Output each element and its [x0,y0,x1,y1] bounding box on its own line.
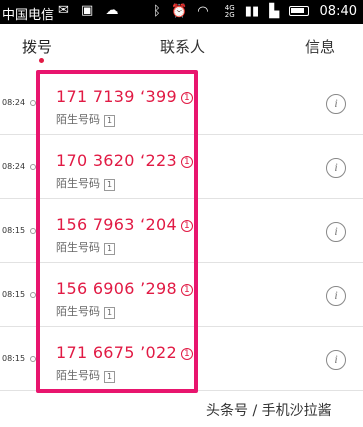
status-bar: 中国电信 ✉ ▣ ☁ ᛒ ⏰ ◠ 4G 2G ▮▮ ▙ 08:40 [0,0,363,24]
call-time: 08:15 [2,226,26,235]
highlight-annotation-box [36,70,198,393]
chat-icon: ✉ [58,3,69,18]
info-icon[interactable]: i [326,286,346,306]
alarm-icon: ⏰ [170,4,188,19]
info-icon[interactable]: i [326,94,346,114]
status-icons: ✉ ▣ ☁ [58,3,126,18]
clock: 08:40 [319,4,357,19]
bluetooth-icon: ᛒ [153,4,161,19]
battery-icon [289,6,310,16]
info-icon[interactable]: i [326,222,346,242]
tab-messages[interactable]: 信息 [305,36,335,57]
call-time: 08:15 [2,354,26,363]
image-icon: ▣ [81,3,94,18]
info-icon[interactable]: i [326,158,346,178]
signal-2g-label: 2G [224,10,235,19]
cloud-icon: ☁ [105,3,119,18]
call-time: 08:15 [2,290,26,299]
signal-icon: ▮▮ [244,4,260,19]
tab-bar: 拨号 联系人 信息 [0,24,363,70]
signal-type-label: 4G 2G [219,4,235,19]
info-icon[interactable]: i [326,350,346,370]
sim-card-icon: ▙ [269,4,280,19]
call-time: 08:24 [2,98,26,107]
carrier-label: 中国电信 [2,8,55,23]
wifi-icon: ◠ [197,4,209,19]
watermark: 头条号 / 手机沙拉酱 [206,403,332,419]
tab-dial[interactable]: 拨号 [22,36,52,57]
tab-contacts[interactable]: 联系人 [160,36,205,57]
status-right: ᛒ ⏰ ◠ 4G 2G ▮▮ ▙ 08:40 [147,4,357,19]
call-time: 08:24 [2,162,26,171]
active-tab-indicator [39,58,44,63]
